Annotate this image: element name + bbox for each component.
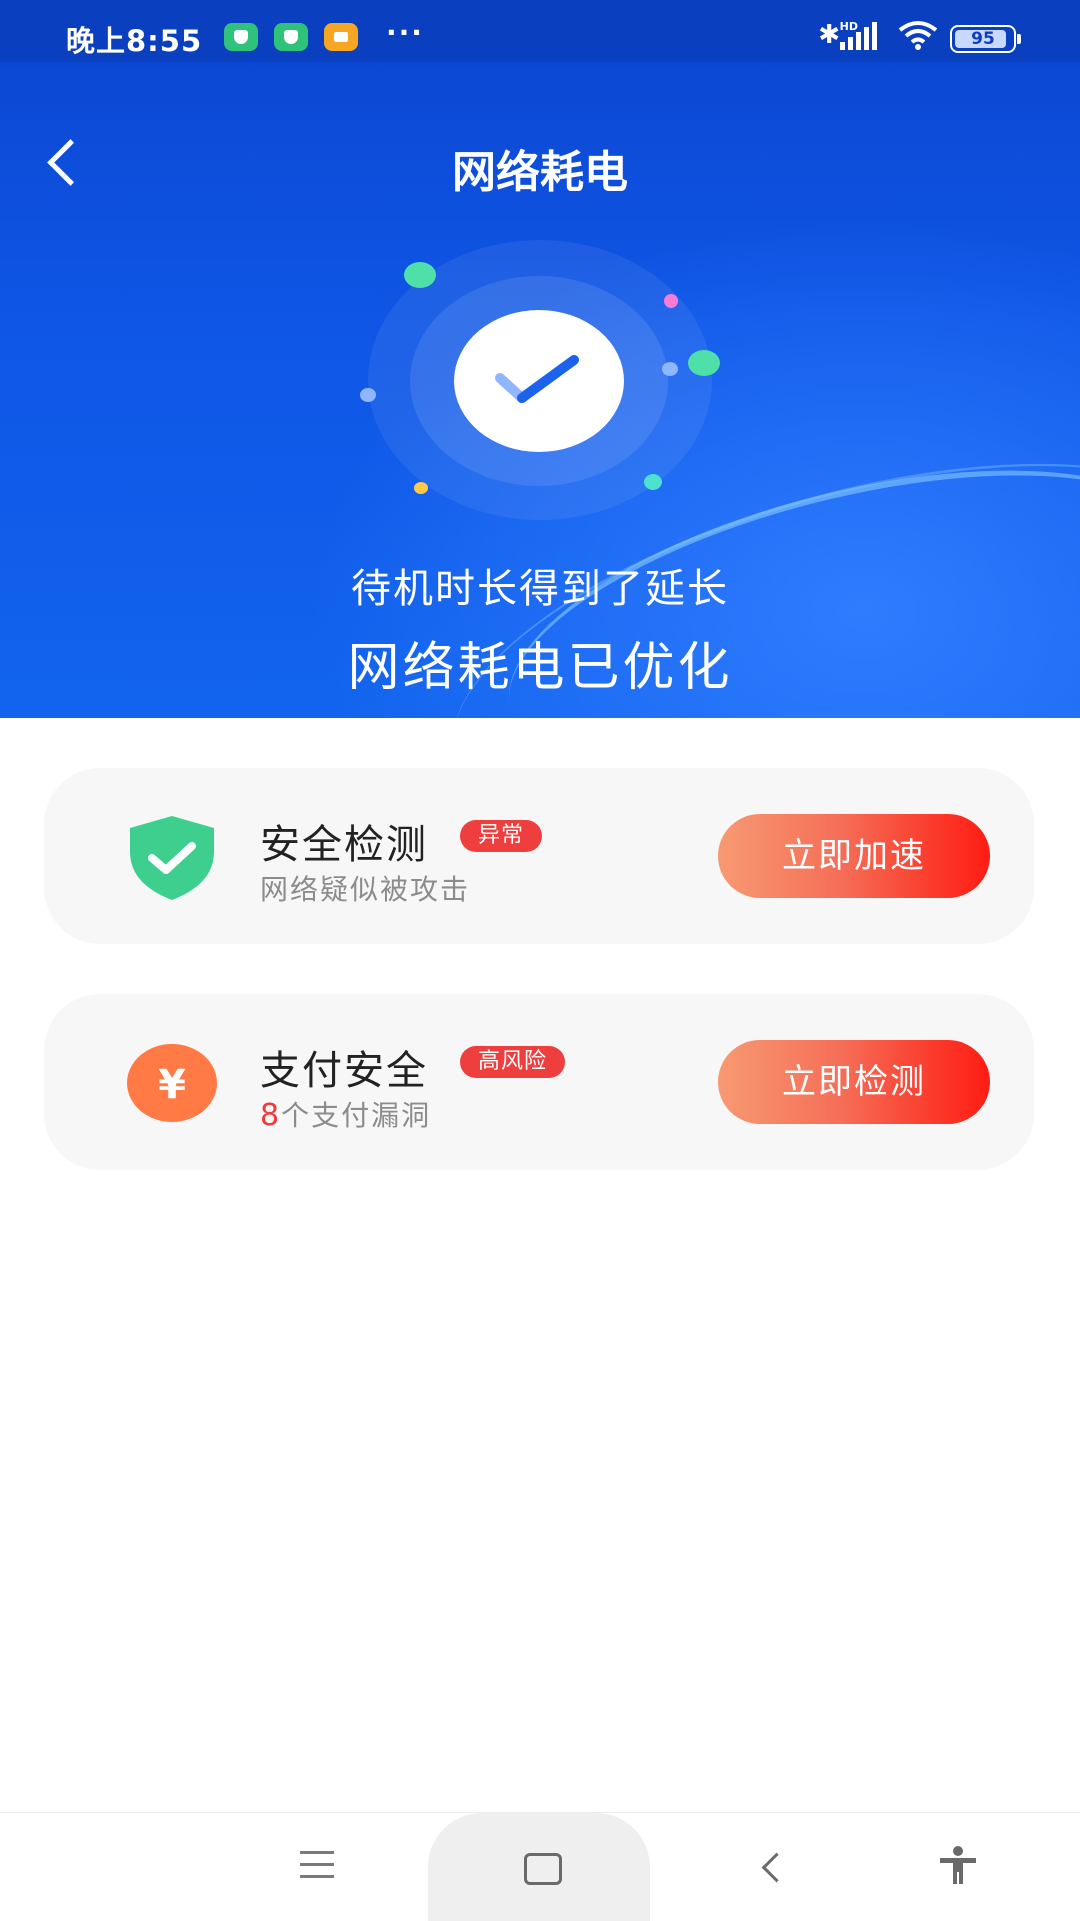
standby-extended-text: 待机时长得到了延长 [351, 566, 729, 612]
decorative-dot [404, 262, 436, 288]
shield-check-icon [130, 816, 214, 900]
battery-icon: 95 [950, 25, 1021, 53]
gallery-notification-icon [324, 23, 358, 51]
system-nav-bar [0, 1812, 1080, 1921]
card-subtitle: 8个支付漏洞 [260, 1094, 431, 1134]
status-badge: 异常 [460, 820, 543, 852]
accessibility-icon[interactable] [938, 1845, 978, 1885]
vulnerability-text: 个支付漏洞 [281, 1099, 432, 1132]
yuan-icon: ¥ [127, 1044, 217, 1122]
card-title: 安全检测 [260, 822, 428, 868]
menu-icon[interactable] [300, 1851, 334, 1879]
decorative-dot [688, 350, 720, 376]
vulnerability-count: 8 [260, 1098, 282, 1133]
security-check-card: 安全检测 异常 网络疑似被攻击 立即加速 [44, 768, 1034, 944]
status-time: 晚上8:55 [66, 24, 203, 58]
svg-text:¥: ¥ [158, 1062, 186, 1108]
success-check-icon [454, 310, 624, 452]
optimized-headline: 网络耗电已优化 [347, 638, 733, 698]
home-icon[interactable] [524, 1853, 562, 1885]
status-bar: 晚上8:55 ··· ✱ HD 95 [0, 0, 1080, 62]
app-notification-icon [224, 23, 258, 51]
signal-icon [836, 22, 880, 50]
risk-badge: 高风险 [460, 1046, 566, 1078]
battery-level: 95 [971, 29, 995, 49]
decorative-dot [360, 388, 376, 402]
page-title: 网络耗电 [452, 147, 628, 198]
decorative-dot [664, 294, 678, 308]
decorative-dot [662, 362, 678, 376]
decorative-dot [644, 474, 662, 490]
card-subtitle: 网络疑似被攻击 [260, 873, 471, 906]
wifi-icon [898, 21, 938, 50]
speed-up-button[interactable]: 立即加速 [718, 814, 990, 898]
app-notification-icon [274, 23, 308, 51]
more-notifications-icon: ··· [386, 16, 424, 49]
card-title: 支付安全 [260, 1048, 428, 1094]
payment-security-card: ¥ 支付安全 高风险 8个支付漏洞 立即检测 [44, 994, 1034, 1170]
decorative-dot [414, 482, 428, 494]
header-banner: 晚上8:55 ··· ✱ HD 95 网络耗电 待机时长得到了延长 网络耗电已优… [0, 0, 1080, 718]
back-nav-icon[interactable] [756, 1849, 792, 1883]
detect-now-button[interactable]: 立即检测 [718, 1040, 990, 1124]
